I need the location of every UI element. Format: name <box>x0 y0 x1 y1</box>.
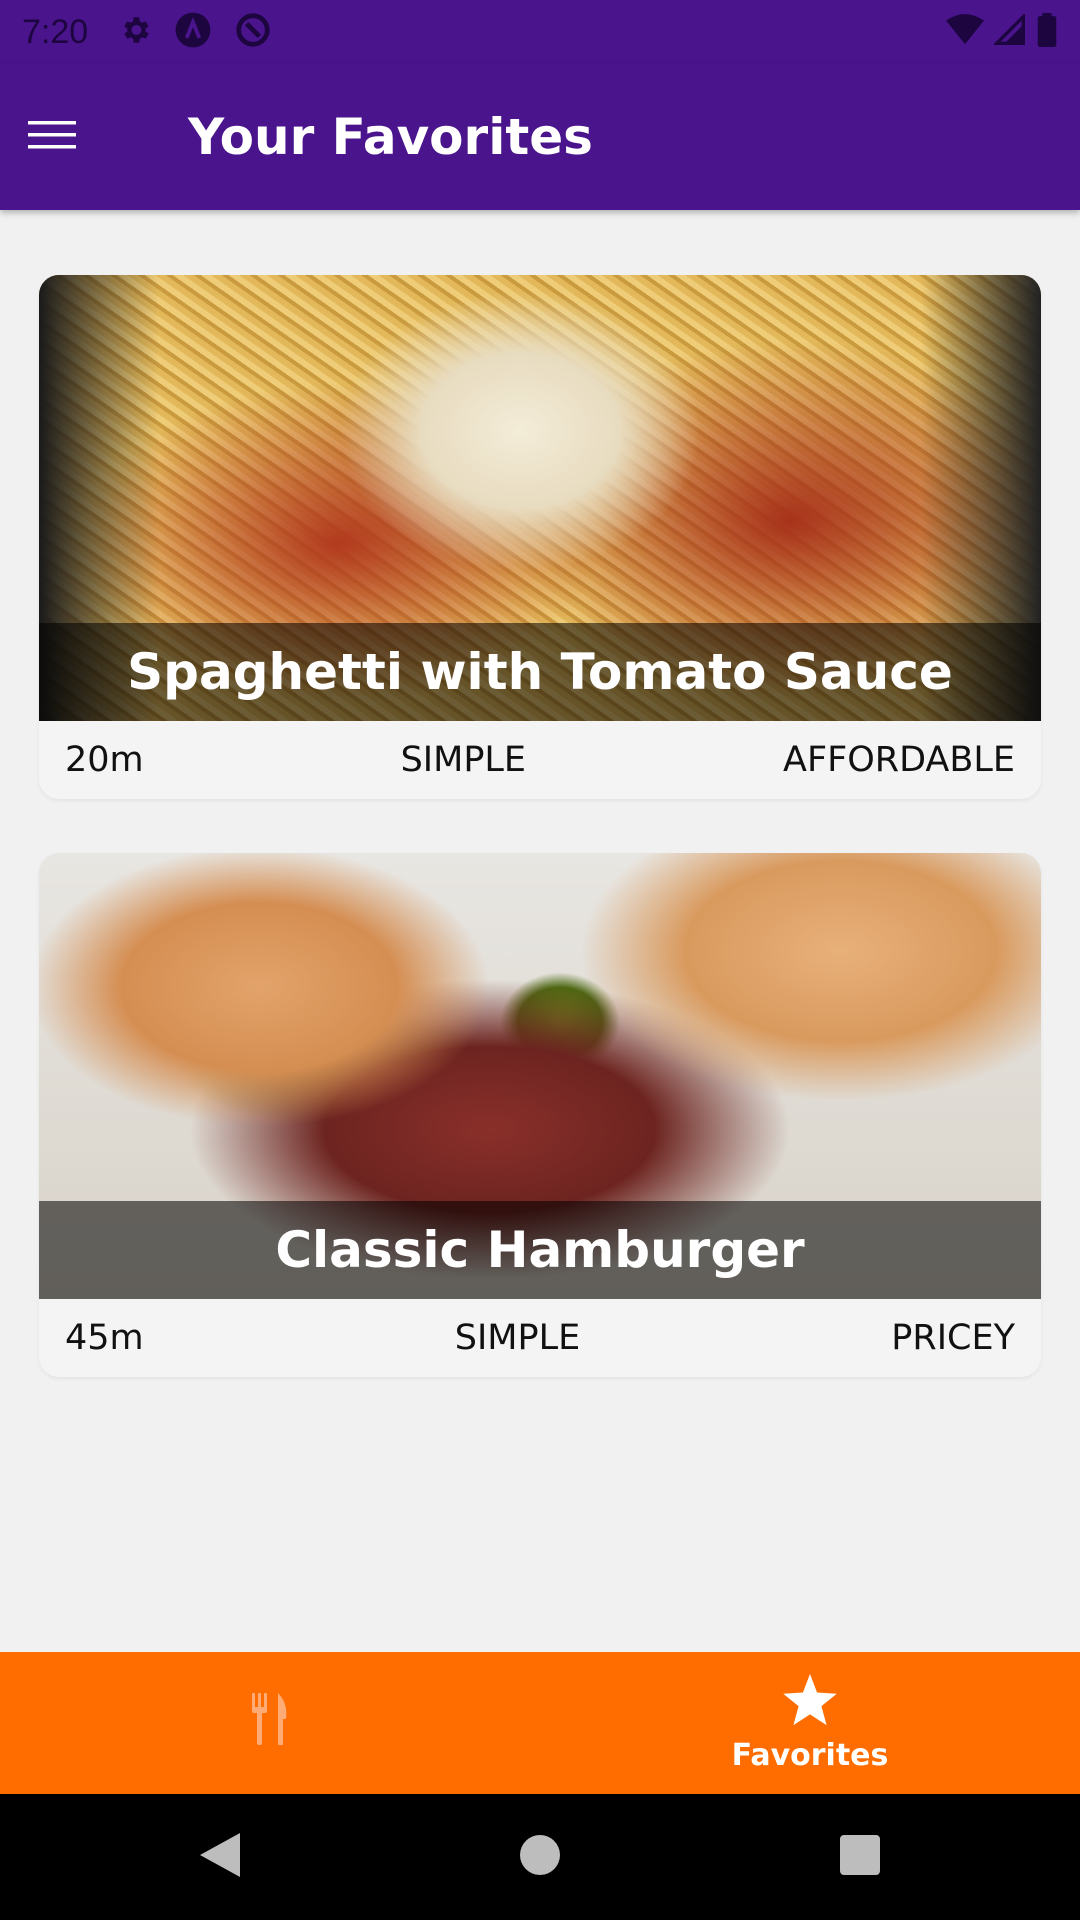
sync-icon <box>234 11 272 53</box>
meal-duration: 45m <box>65 1318 144 1358</box>
meal-list: Spaghetti with Tomato Sauce 20m SIMPLE A… <box>39 275 1041 1431</box>
meal-complexity: SIMPLE <box>400 740 527 780</box>
meal-info: 20m SIMPLE AFFORDABLE <box>39 721 1041 799</box>
home-icon <box>520 1835 560 1879</box>
meal-card[interactable]: Classic Hamburger 45m SIMPLE PRICEY <box>39 853 1041 1377</box>
wifi-icon <box>946 14 984 50</box>
meal-complexity: SIMPLE <box>454 1318 581 1358</box>
status-time: 7:20 <box>22 12 89 51</box>
status-icons-right <box>946 12 1058 51</box>
back-button[interactable] <box>60 1833 380 1881</box>
star-icon <box>780 1673 840 1734</box>
status-bar: 7:20 <box>0 0 1080 64</box>
hamburger-menu-icon <box>28 119 76 155</box>
meal-title: Spaghetti with Tomato Sauce <box>127 643 953 701</box>
recents-icon <box>840 1835 880 1879</box>
tab-categories[interactable] <box>0 1652 540 1794</box>
page-title: Your Favorites <box>188 108 593 166</box>
meal-affordability: PRICEY <box>891 1318 1015 1358</box>
meal-duration: 20m <box>65 740 144 780</box>
battery-icon <box>1036 13 1058 51</box>
app-bar: Your Favorites <box>0 64 1080 210</box>
recents-button[interactable] <box>700 1835 1020 1879</box>
app-a-icon <box>174 11 212 53</box>
meal-title-overlay: Classic Hamburger <box>39 1201 1041 1299</box>
tab-favorites[interactable]: Favorites <box>540 1652 1080 1794</box>
signal-icon <box>992 12 1026 50</box>
settings-icon <box>118 13 152 51</box>
status-icons-left <box>118 11 272 53</box>
restaurant-icon <box>250 1693 290 1749</box>
meal-image: Classic Hamburger <box>39 853 1041 1299</box>
meal-title-overlay: Spaghetti with Tomato Sauce <box>39 623 1041 721</box>
meal-affordability: AFFORDABLE <box>783 740 1015 780</box>
meal-info: 45m SIMPLE PRICEY <box>39 1299 1041 1377</box>
home-button[interactable] <box>380 1835 700 1879</box>
meal-title: Classic Hamburger <box>275 1221 805 1279</box>
back-icon <box>200 1833 240 1881</box>
bottom-nav: Favorites <box>0 1652 1080 1794</box>
menu-button[interactable] <box>0 85 104 189</box>
system-nav <box>0 1794 1080 1920</box>
tab-label: Favorites <box>731 1737 889 1773</box>
meal-image: Spaghetti with Tomato Sauce <box>39 275 1041 721</box>
meal-card[interactable]: Spaghetti with Tomato Sauce 20m SIMPLE A… <box>39 275 1041 799</box>
